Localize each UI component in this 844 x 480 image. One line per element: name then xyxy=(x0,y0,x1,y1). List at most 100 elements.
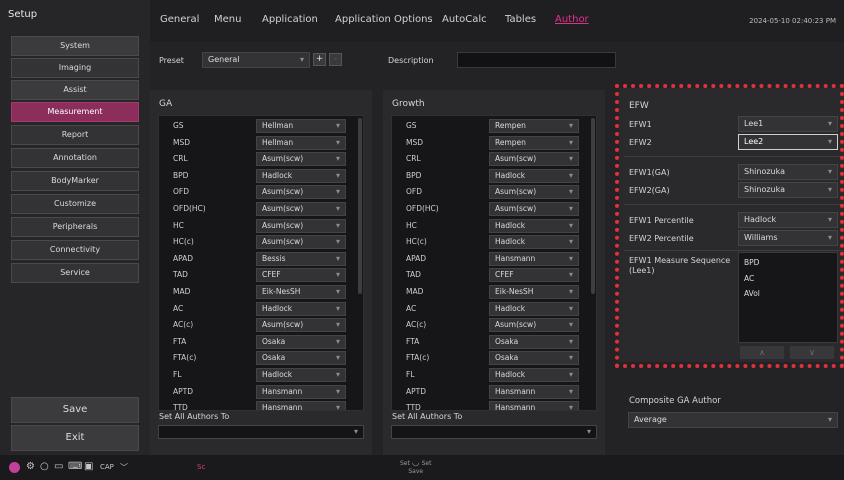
sequence-item-avol[interactable]: AVol xyxy=(744,289,760,298)
author-select[interactable]: Asum(scw) xyxy=(256,202,346,216)
sidebar-item-report[interactable]: Report xyxy=(11,125,139,145)
author-select[interactable]: Hadlock xyxy=(489,368,579,382)
settings-icon[interactable]: ⚙ xyxy=(26,461,35,472)
author-select[interactable]: Hansmann xyxy=(256,401,346,410)
circle-icon[interactable]: ○ xyxy=(40,461,49,472)
measurement-label: GS xyxy=(406,121,417,130)
author-select[interactable]: Osaka xyxy=(256,351,346,366)
author-select[interactable]: Osaka xyxy=(489,351,579,366)
composite-ga-select[interactable]: Average xyxy=(628,412,838,428)
save-button[interactable]: Save xyxy=(11,397,139,423)
author-select[interactable]: Eik-NesSH xyxy=(489,285,579,299)
author-select[interactable]: Hansmann xyxy=(489,251,579,266)
sidebar-item-imaging[interactable]: Imaging xyxy=(11,58,139,78)
author-select[interactable]: Hellman xyxy=(256,135,346,150)
table-row: FTA Osaka xyxy=(392,334,596,350)
add-preset-button[interactable]: + xyxy=(313,53,326,66)
preset-select[interactable]: General xyxy=(202,52,310,68)
author-select[interactable]: Hansmann xyxy=(256,384,346,399)
monitor-icon[interactable]: ▭ xyxy=(54,461,63,472)
table-row: TTD Hansmann xyxy=(159,400,363,410)
author-select[interactable]: Asum(scw) xyxy=(489,185,579,200)
tab-autocalc[interactable]: AutoCalc xyxy=(442,14,487,25)
efw2-percentile-select[interactable]: Williams xyxy=(738,230,838,246)
author-select[interactable]: Eik-NesSH xyxy=(256,285,346,299)
tab-menu[interactable]: Menu xyxy=(214,14,241,25)
efw2-select[interactable]: Lee2 xyxy=(738,134,838,150)
measurement-label: FTA xyxy=(173,336,187,346)
author-select[interactable]: Hansmann xyxy=(489,384,579,399)
author-select[interactable]: Hadlock xyxy=(256,368,346,382)
sequence-item-bpd[interactable]: BPD xyxy=(744,258,759,267)
record-icon[interactable] xyxy=(9,462,20,473)
sidebar-item-service[interactable]: Service xyxy=(11,263,139,283)
author-select[interactable]: Hansmann xyxy=(489,401,579,410)
sidebar-item-bodymarker[interactable]: BodyMarker xyxy=(11,171,139,191)
author-select[interactable]: Osaka xyxy=(489,334,579,349)
measurement-label: TAD xyxy=(173,270,188,280)
list-scrollbar[interactable] xyxy=(591,118,595,294)
author-select[interactable]: CFEF xyxy=(256,268,346,283)
set-label-right: Set xyxy=(421,460,432,467)
tab-application-options[interactable]: Application Options xyxy=(335,14,433,25)
author-select[interactable]: Asum(scw) xyxy=(256,185,346,200)
sidebar-item-annotation[interactable]: Annotation xyxy=(11,148,139,168)
author-select[interactable]: Asum(scw) xyxy=(256,318,346,333)
author-select[interactable]: Hellman xyxy=(256,119,346,133)
sidebar-item-customize[interactable]: Customize xyxy=(11,194,139,214)
author-select[interactable]: Hadlock xyxy=(489,301,579,316)
table-row: HC(c) Hadlock xyxy=(392,234,596,250)
sidebar-item-measurement[interactable]: Measurement xyxy=(11,102,139,122)
measurement-label: AC(c) xyxy=(406,320,427,330)
author-select[interactable]: Rempen xyxy=(489,135,579,150)
author-select[interactable]: Asum(scw) xyxy=(256,152,346,167)
list-scrollbar[interactable] xyxy=(358,118,362,294)
measurement-label: FL xyxy=(406,370,415,379)
keyboard-icon[interactable]: ⌨ xyxy=(68,461,82,472)
tab-general[interactable]: General xyxy=(160,14,199,25)
chevron-down-icon[interactable]: ﹀ xyxy=(120,462,128,473)
sequence-item-ac[interactable]: AC xyxy=(744,274,754,283)
table-row: HC Asum(scw) xyxy=(159,218,363,234)
remove-preset-button[interactable]: - xyxy=(329,53,342,66)
author-select[interactable]: Asum(scw) xyxy=(256,235,346,250)
move-down-button[interactable]: ∨ xyxy=(790,346,834,359)
sidebar-item-assist[interactable]: Assist xyxy=(11,80,139,100)
author-select[interactable]: Asum(scw) xyxy=(256,218,346,233)
tab-application[interactable]: Application xyxy=(262,14,318,25)
author-select[interactable]: Hadlock xyxy=(489,235,579,250)
measurement-label: TAD xyxy=(406,270,421,280)
table-row: OFD(HC) Asum(scw) xyxy=(159,201,363,217)
sidebar-item-peripherals[interactable]: Peripherals xyxy=(11,217,139,237)
author-select[interactable]: Hadlock xyxy=(489,168,579,183)
display-icon[interactable]: ▣ xyxy=(84,461,93,472)
measurement-label: HC(c) xyxy=(173,237,194,247)
author-select[interactable]: Hadlock xyxy=(256,168,346,183)
author-select[interactable]: Hadlock xyxy=(489,218,579,233)
sidebar-item-connectivity[interactable]: Connectivity xyxy=(11,240,139,260)
efw1-ga-select[interactable]: Shinozuka xyxy=(738,164,838,180)
efw1-percentile-select[interactable]: Hadlock xyxy=(738,212,838,228)
growth-set-all-select[interactable] xyxy=(391,425,597,439)
author-select[interactable]: Asum(scw) xyxy=(489,202,579,216)
ga-set-all-select[interactable] xyxy=(158,425,364,439)
measurement-label: MSD xyxy=(173,137,191,147)
author-select[interactable]: Bessis xyxy=(256,251,346,266)
exit-button[interactable]: Exit xyxy=(11,425,139,451)
author-select[interactable]: Hadlock xyxy=(256,301,346,316)
table-row: APAD Bessis xyxy=(159,251,363,267)
measurement-label: HC xyxy=(173,220,184,230)
tab-author[interactable]: Author xyxy=(555,14,589,25)
set-label-left: Set xyxy=(400,460,410,467)
author-select[interactable]: CFEF xyxy=(489,268,579,283)
description-input[interactable] xyxy=(457,52,616,68)
tab-tables[interactable]: Tables xyxy=(505,14,536,25)
efw1-select[interactable]: Lee1 xyxy=(738,116,838,132)
sidebar-item-system[interactable]: System xyxy=(11,36,139,56)
author-select[interactable]: Osaka xyxy=(256,334,346,349)
author-select[interactable]: Asum(scw) xyxy=(489,152,579,167)
move-up-button[interactable]: ∧ xyxy=(740,346,784,359)
author-select[interactable]: Asum(scw) xyxy=(489,318,579,333)
efw2-ga-select[interactable]: Shinozuka xyxy=(738,182,838,198)
author-select[interactable]: Rempen xyxy=(489,119,579,133)
